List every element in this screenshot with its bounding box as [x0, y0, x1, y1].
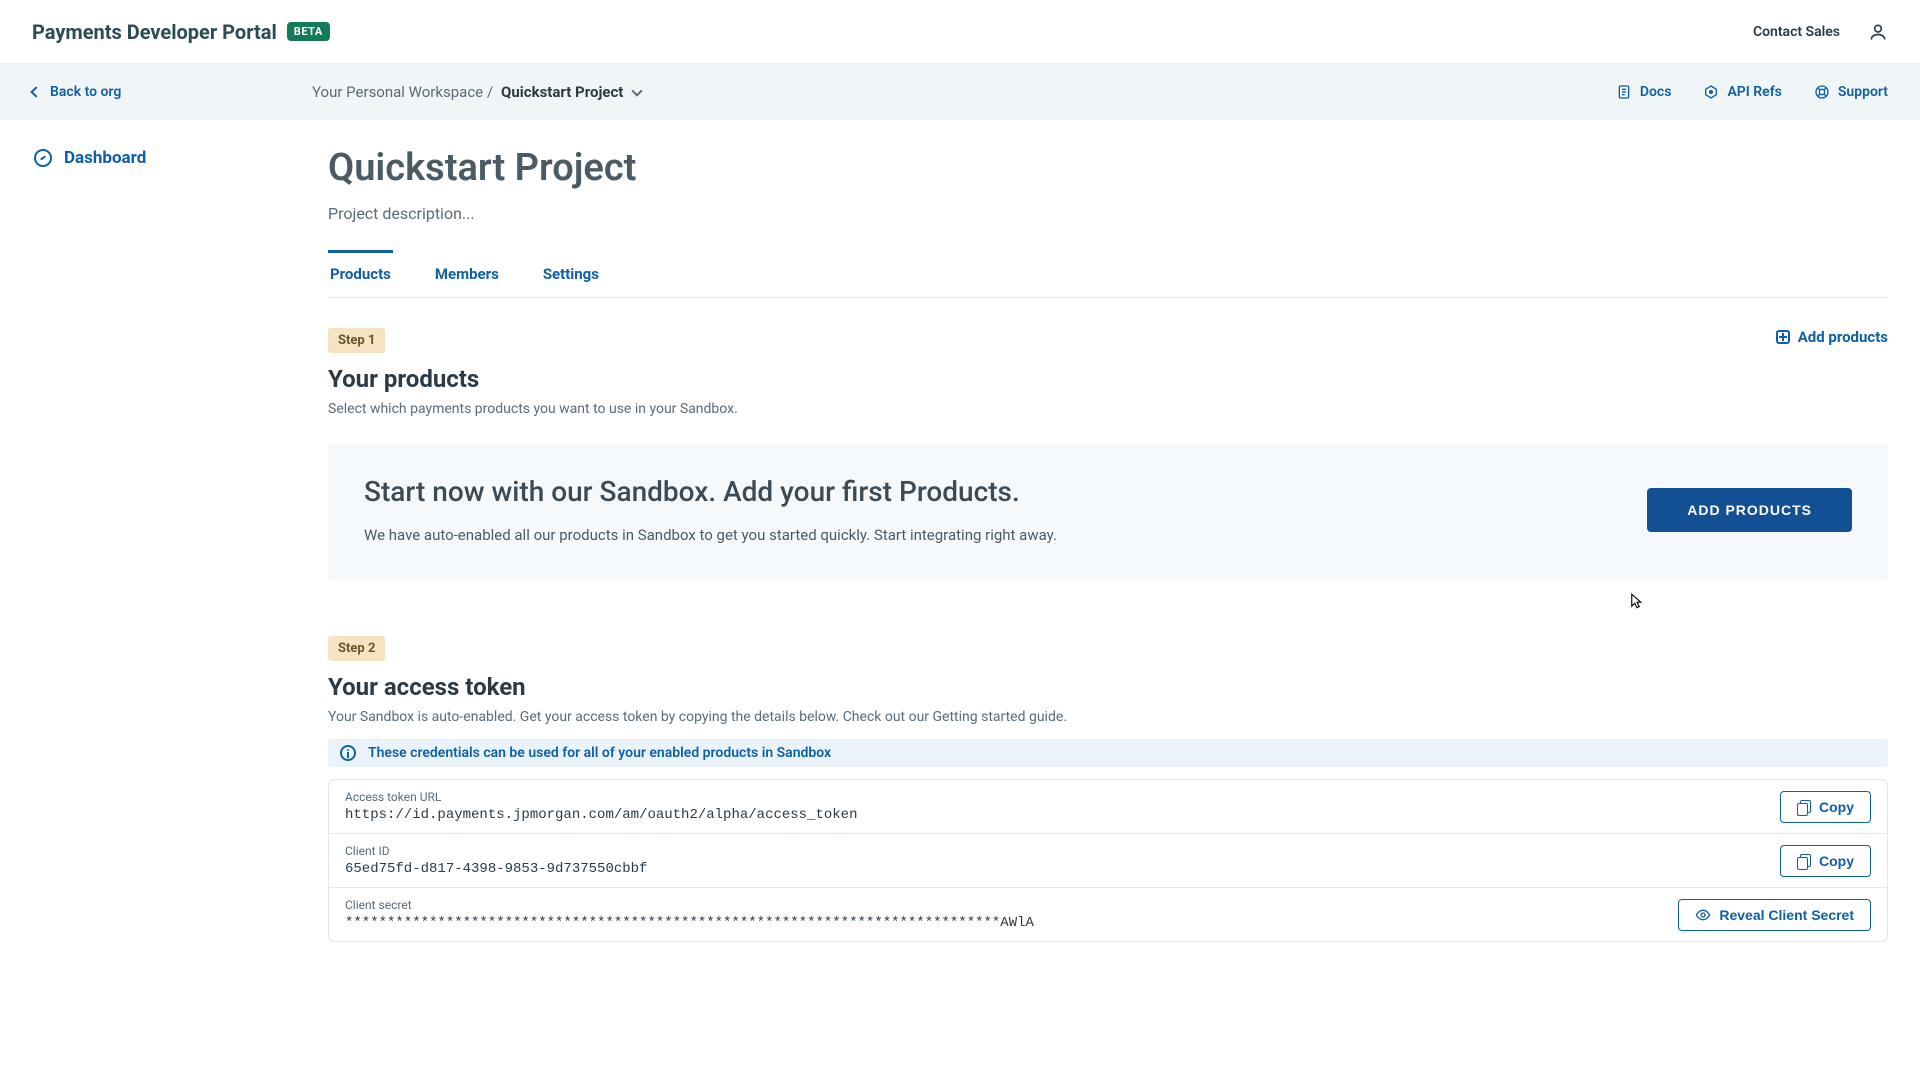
breadcrumb-project-dropdown[interactable]: Quickstart Project [501, 83, 641, 101]
page-description: Project description... [328, 204, 1888, 223]
client-secret-row: Client secret **************************… [329, 888, 1887, 941]
info-icon [340, 745, 356, 761]
access-token-url-row: Access token URL https://id.payments.jpm… [329, 780, 1887, 834]
add-products-label: Add products [1798, 328, 1888, 346]
sandbox-card: Start now with our Sandbox. Add your fir… [328, 443, 1888, 580]
docs-label: Docs [1640, 84, 1672, 100]
breadcrumb: Your Personal Workspace / Quickstart Pro… [312, 83, 641, 101]
api-refs-link[interactable]: API Refs [1703, 84, 1781, 100]
back-label: Back to org [50, 84, 121, 100]
step2-desc: Your Sandbox is auto-enabled. Get your a… [328, 709, 1888, 725]
user-icon[interactable] [1868, 22, 1888, 42]
step2-title: Your access token [328, 673, 1888, 701]
step1-desc: Select which payments products you want … [328, 401, 1888, 417]
eye-icon [1695, 907, 1711, 923]
sidebar: Dashboard [0, 120, 312, 982]
add-products-button[interactable]: ADD PRODUCTS [1647, 488, 1852, 532]
step2-badge: Step 2 [328, 636, 385, 661]
docs-link[interactable]: Docs [1616, 84, 1672, 100]
step2-section: Step 2 Your access token Your Sandbox is… [328, 636, 1888, 942]
step1-header: Step 1 Add products [328, 328, 1888, 353]
reveal-secret-button[interactable]: Reveal Client Secret [1678, 899, 1871, 931]
cred-left: Client ID 65ed75fd-d817-4398-9853-9d7375… [345, 844, 647, 877]
brand: Payments Developer Portal BETA [32, 20, 330, 44]
cred-left: Access token URL https://id.payments.jpm… [345, 790, 857, 823]
header-right: Contact Sales [1753, 22, 1888, 42]
reveal-label: Reveal Client Secret [1719, 907, 1854, 923]
copy-label: Copy [1819, 799, 1854, 815]
document-icon [1616, 84, 1632, 100]
url-value: https://id.payments.jpmorgan.com/am/oaut… [345, 807, 857, 823]
back-to-org-link[interactable]: Back to org [32, 84, 312, 100]
dashboard-icon [34, 149, 52, 167]
dashboard-label: Dashboard [64, 148, 146, 168]
api-label: API Refs [1727, 84, 1781, 100]
sandbox-text: Start now with our Sandbox. Add your fir… [364, 475, 1057, 544]
tab-products[interactable]: Products [328, 250, 393, 297]
breadcrumb-project-label: Quickstart Project [501, 83, 623, 101]
portal-title: Payments Developer Portal [32, 20, 277, 44]
beta-badge: BETA [287, 22, 330, 41]
copy-icon [1797, 854, 1811, 868]
info-banner: These credentials can be used for all of… [328, 739, 1888, 767]
step1-title: Your products [328, 365, 1888, 393]
page-title: Quickstart Project [328, 146, 1888, 190]
chevron-down-icon [632, 85, 643, 96]
subheader-right: Docs API Refs Support [1616, 84, 1888, 100]
client-id-label: Client ID [345, 844, 647, 858]
client-id-row: Client ID 65ed75fd-d817-4398-9853-9d7375… [329, 834, 1887, 888]
chevron-left-icon [30, 86, 41, 97]
main-layout: Dashboard Quickstart Project Project des… [0, 120, 1920, 982]
plus-icon [1776, 330, 1790, 344]
api-icon [1703, 84, 1719, 100]
info-text: These credentials can be used for all of… [368, 745, 831, 761]
sub-header: Back to org Your Personal Workspace / Qu… [0, 64, 1920, 120]
tabs: Products Members Settings [328, 253, 1888, 298]
support-label: Support [1838, 84, 1888, 100]
client-secret-label: Client secret [345, 898, 1034, 912]
client-id-value: 65ed75fd-d817-4398-9853-9d737550cbbf [345, 861, 647, 877]
copy-client-id-button[interactable]: Copy [1780, 845, 1871, 877]
add-products-link[interactable]: Add products [1776, 328, 1888, 346]
step1-badge: Step 1 [328, 328, 385, 353]
copy-icon [1797, 800, 1811, 814]
copy-label: Copy [1819, 853, 1854, 869]
tab-members[interactable]: Members [433, 253, 501, 297]
credentials-box: Access token URL https://id.payments.jpm… [328, 779, 1888, 942]
sidebar-item-dashboard[interactable]: Dashboard [34, 148, 292, 168]
cred-left: Client secret **************************… [345, 898, 1034, 931]
sandbox-desc: We have auto-enabled all our products in… [364, 526, 1057, 544]
top-header: Payments Developer Portal BETA Contact S… [0, 0, 1920, 64]
breadcrumb-workspace: Your Personal Workspace / [312, 83, 493, 101]
support-icon [1814, 84, 1830, 100]
url-label: Access token URL [345, 790, 857, 804]
sandbox-title: Start now with our Sandbox. Add your fir… [364, 475, 1057, 508]
client-secret-value: ****************************************… [345, 915, 1034, 931]
main-content: Quickstart Project Project description..… [312, 120, 1920, 982]
contact-sales-link[interactable]: Contact Sales [1753, 24, 1840, 40]
tab-settings[interactable]: Settings [541, 253, 601, 297]
copy-url-button[interactable]: Copy [1780, 791, 1871, 823]
support-link[interactable]: Support [1814, 84, 1888, 100]
